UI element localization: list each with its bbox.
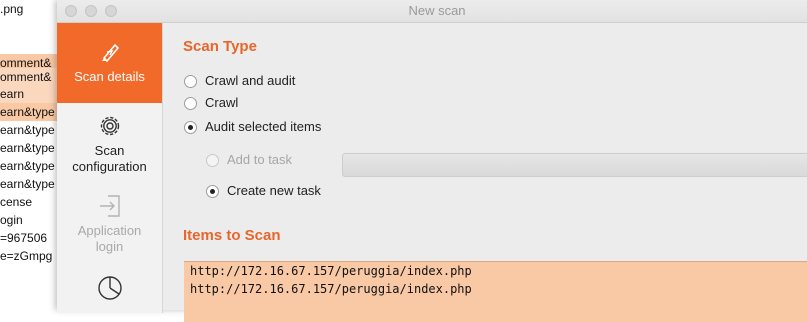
items-to-scan-list[interactable]: http://172.16.67.157/peruggia/index.php … xyxy=(184,261,807,322)
radio-label: Crawl xyxy=(205,95,239,110)
sidebar-item-reporting[interactable] xyxy=(57,273,162,313)
radio-audit-selected-items[interactable]: Audit selected items xyxy=(184,118,321,136)
login-icon xyxy=(99,195,120,217)
radio-button[interactable] xyxy=(206,153,219,167)
radio-crawl-and-audit[interactable]: Crawl and audit xyxy=(184,72,295,90)
sidebar-item-scan-configuration[interactable]: Scan configuration xyxy=(57,111,162,181)
radio-button[interactable] xyxy=(184,74,197,88)
radio-label: Audit selected items xyxy=(205,119,322,134)
radio-create-new-task[interactable]: Create new task xyxy=(206,182,321,200)
pie-chart-icon xyxy=(97,276,122,300)
radio-add-to-task[interactable]: Add to task xyxy=(206,151,292,169)
main-panel: Scan Type Crawl and audit Crawl Audit se… xyxy=(163,23,807,322)
scan-type-title: Scan Type xyxy=(183,38,257,55)
sidebar-item-label: Application login xyxy=(77,223,142,254)
sidebar: Scan details Scan configuration Applicat… xyxy=(57,23,163,313)
title-bar[interactable]: New scan xyxy=(57,0,807,23)
scan-details-icon xyxy=(101,44,119,62)
sidebar-item-label: Scan configuration xyxy=(72,143,147,174)
sidebar-item-application-login[interactable]: Application login xyxy=(57,191,162,261)
gear-icon xyxy=(100,116,119,136)
list-item[interactable]: http://172.16.67.157/peruggia/index.php xyxy=(184,262,807,280)
radio-button[interactable] xyxy=(184,120,197,134)
list-item[interactable]: http://172.16.67.157/peruggia/index.php xyxy=(184,280,807,298)
sidebar-item-label: Scan details xyxy=(74,69,145,84)
new-scan-dialog: New scan Scan details Scan configuration xyxy=(57,0,807,322)
radio-button[interactable] xyxy=(206,184,219,198)
radio-label: Create new task xyxy=(227,183,321,198)
radio-crawl[interactable]: Crawl xyxy=(184,94,238,112)
radio-label: Crawl and audit xyxy=(205,73,296,88)
radio-button[interactable] xyxy=(184,96,197,110)
items-to-scan-title: Items to Scan xyxy=(183,227,281,244)
sidebar-item-scan-details[interactable]: Scan details xyxy=(57,23,162,103)
radio-label: Add to task xyxy=(227,152,293,167)
window-title: New scan xyxy=(408,3,466,18)
task-select-dropdown[interactable] xyxy=(342,153,807,177)
